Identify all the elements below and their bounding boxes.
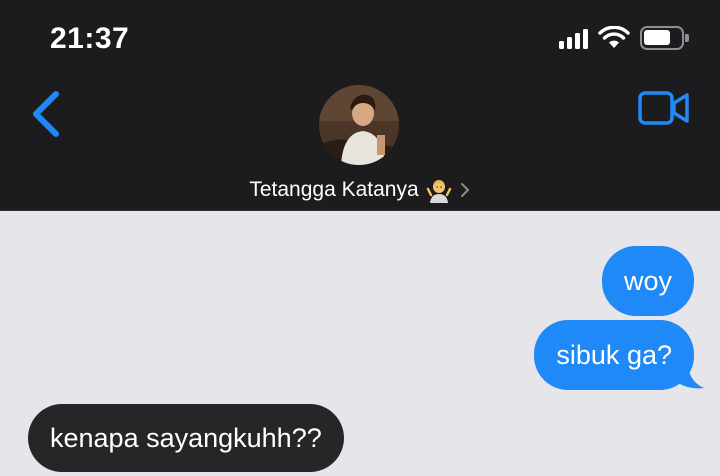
outgoing-message-bubble[interactable]: woy [601,246,694,316]
wifi-icon [598,26,630,48]
contact-name-row[interactable]: Tetangga Katanya [0,176,720,204]
chevron-left-icon [33,91,59,137]
message-text: kenapa sayangkuhh?? [50,422,322,453]
contact-name: Tetangga Katanya [249,178,419,201]
status-time: 21:37 [50,22,130,55]
cellular-signal-icon [559,27,588,49]
video-camera-icon [638,91,689,125]
contact-avatar[interactable] [319,85,399,165]
conversation-header: 21:37 Tetangga Katanya [0,0,720,211]
back-button[interactable] [26,86,70,142]
outgoing-message-bubble[interactable]: sibuk ga? [534,320,694,390]
chevron-right-icon [460,183,469,197]
battery-icon [640,26,689,50]
avatar-photo [319,85,399,165]
bubble-tail [674,366,704,389]
message-text: sibuk ga? [556,339,672,370]
message-list[interactable]: woy sibuk ga? kenapa sayangkuhh?? [0,212,720,476]
incoming-message-bubble[interactable]: kenapa sayangkuhh?? [28,404,344,472]
person-shrugging-emoji [426,180,451,203]
status-icons [559,26,689,50]
message-text: woy [623,265,672,296]
video-call-button[interactable] [638,88,690,128]
